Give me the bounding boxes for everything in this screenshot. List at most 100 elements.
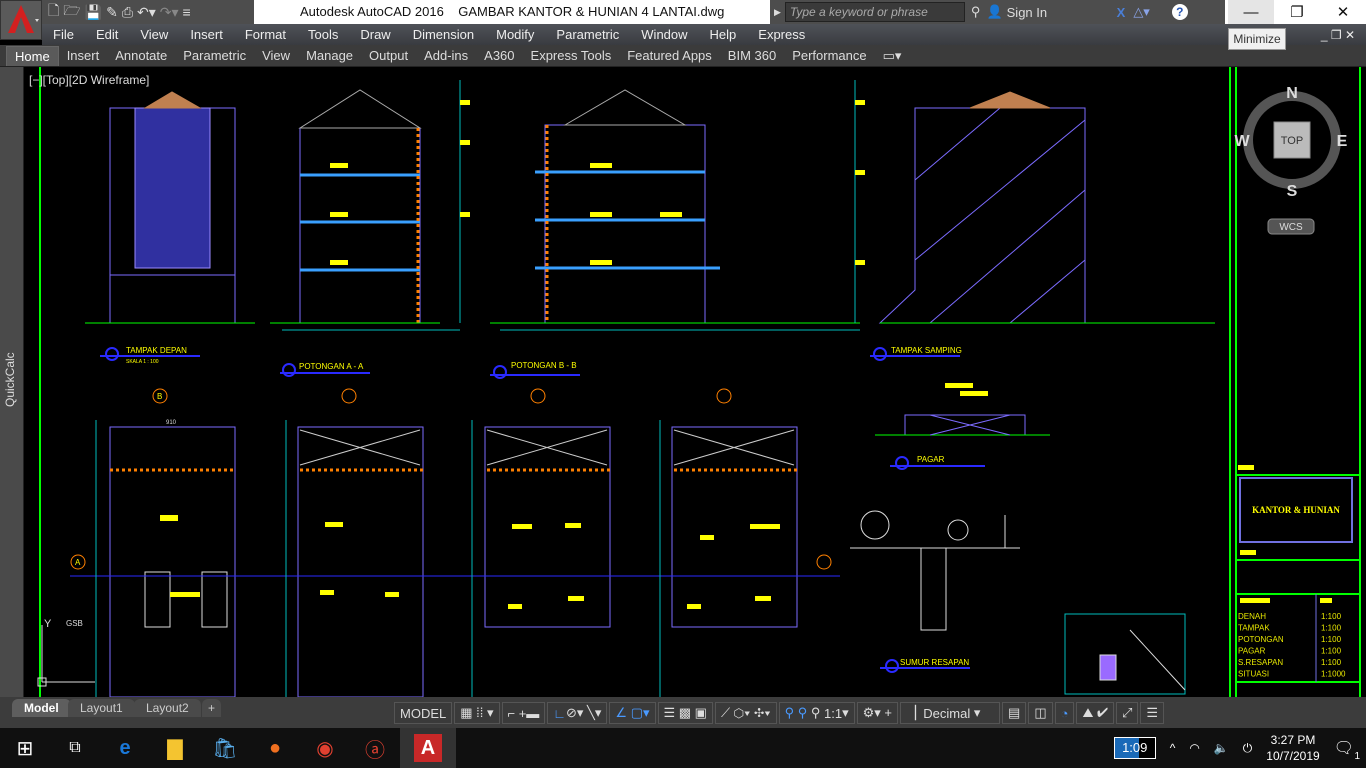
tab-bim-360[interactable]: BIM 360 [720, 48, 784, 63]
store-icon[interactable]: 🛍 [200, 728, 250, 768]
power-icon[interactable]: ⏻ [1243, 741, 1253, 756]
infer-constraints-icon[interactable]: ⌐ +▬ [501, 702, 546, 724]
label-dim-910: 910 [166, 420, 177, 426]
app-icon[interactable]: ⓐ [350, 728, 400, 768]
scale-row-name: POTONGAN [1238, 635, 1284, 644]
exchange-icon[interactable]: X [1117, 5, 1126, 20]
units-select[interactable]: ▕ Decimal ▾ [900, 702, 1001, 724]
tab-performance[interactable]: Performance [784, 48, 874, 63]
application-menu-button[interactable] [0, 0, 42, 40]
binoculars-icon[interactable]: ⚲ [971, 4, 981, 20]
notifications-icon[interactable]: 🗨 1 [1334, 738, 1360, 762]
tab-layout2[interactable]: Layout2 [134, 699, 201, 717]
tampak-depan-elevation [85, 91, 255, 324]
ortho-icon[interactable]: ∟ ⊘▾ ╲▾ [547, 702, 608, 724]
tab-insert[interactable]: Insert [59, 48, 108, 63]
minimize-button[interactable]: — [1228, 0, 1274, 24]
graphics-performance-icon[interactable]: ⛰ ✔ [1076, 702, 1114, 724]
model-space-button[interactable]: MODEL [394, 702, 453, 724]
save-icon[interactable]: 💾 [85, 4, 102, 21]
annotation-scale[interactable]: ⚲ ⚲ ⚲ 1:1 ▾ [778, 702, 855, 724]
tab-annotate[interactable]: Annotate [107, 48, 175, 63]
tab-output[interactable]: Output [361, 48, 416, 63]
firefox-icon[interactable]: ● [250, 728, 300, 768]
edge-icon[interactable]: e [100, 728, 150, 768]
add-layout-button[interactable]: + [202, 699, 222, 717]
object-snap-tracking-icon[interactable]: ∠ ▢▾ [609, 702, 656, 724]
menu-parametric[interactable]: Parametric [545, 27, 630, 42]
menu-modify[interactable]: Modify [485, 27, 545, 42]
hardware-acceleration-icon[interactable]: ◔ [1054, 702, 1075, 724]
help-icon[interactable]: ? [1171, 4, 1188, 20]
tab-express-tools[interactable]: Express Tools [523, 48, 620, 63]
tab-add-ins[interactable]: Add-ins [416, 48, 476, 63]
search-input[interactable]: Type a keyword or phrase [784, 2, 965, 22]
potongan-a-section [270, 89, 440, 324]
clean-screen-icon[interactable]: ⤢ [1116, 702, 1139, 724]
drawing-canvas[interactable]: TAMPAK DEPAN SKALA 1 : 100 POTONGAN A - … [24, 67, 1366, 697]
scale-row-name: DENAH [1238, 612, 1266, 621]
clock[interactable]: 3:27 PM 10/7/2019 [1266, 732, 1319, 764]
tab-featured-apps[interactable]: Featured Apps [619, 48, 720, 63]
lineweight-icon[interactable]: ☰ ▩ ▣ [657, 702, 713, 724]
compass-south[interactable]: S [1287, 183, 1298, 200]
close-button[interactable]: ✕ [1320, 0, 1366, 24]
expand-icon[interactable]: ▶ [774, 7, 781, 18]
menu-dimension[interactable]: Dimension [402, 27, 485, 42]
viewport-controls[interactable]: [−][Top][2D Wireframe] [29, 73, 149, 87]
quick-properties-icon[interactable]: ▤ [1002, 702, 1027, 724]
tab-manage[interactable]: Manage [298, 48, 361, 63]
undo-icon[interactable]: ↶▾ [137, 4, 156, 21]
battery-indicator[interactable]: 1:09 [1113, 737, 1156, 759]
menu-bar: File Edit View Insert Format Tools Draw … [42, 24, 1366, 45]
customization-menu-icon[interactable]: ☰ [1140, 702, 1165, 724]
autocad-taskbar-icon[interactable]: A [400, 728, 456, 768]
drawing-window-controls[interactable]: _ ❐ ✕ [1310, 28, 1366, 42]
print-icon[interactable]: ⎙ [122, 4, 133, 21]
menu-express[interactable]: Express [747, 27, 816, 42]
save-as-icon[interactable]: ✎ [106, 4, 118, 21]
menu-help[interactable]: Help [699, 27, 748, 42]
isolate-objects-icon[interactable]: ◫ [1028, 702, 1053, 724]
task-view-icon[interactable]: ⧉ [50, 728, 100, 768]
start-icon[interactable]: ⊞ [0, 728, 50, 768]
viewcube[interactable]: TOP N S E W WCS [1234, 85, 1348, 235]
menu-window[interactable]: Window [630, 27, 698, 42]
menu-edit[interactable]: Edit [85, 27, 129, 42]
file-explorer-icon[interactable]: ▇ [150, 728, 200, 768]
menu-view[interactable]: View [129, 27, 179, 42]
chrome-icon[interactable]: ◉ [300, 728, 350, 768]
redo-icon[interactable]: ↷▾ [160, 4, 179, 21]
quickcalc-palette[interactable]: QuickCalc [0, 67, 24, 697]
menu-file[interactable]: File [42, 27, 85, 42]
open-icon[interactable]: 🗁 [63, 0, 80, 24]
3d-osnap-icon[interactable]: ⟋ ⬡▾ ✣▾ [714, 702, 777, 724]
menu-insert[interactable]: Insert [179, 27, 234, 42]
sign-in-button[interactable]: Sign In [1007, 5, 1077, 20]
tab-layout1[interactable]: Layout1 [68, 699, 135, 717]
scale-row-name: S.RESAPAN [1238, 658, 1283, 667]
label-sumur-resapan: SUMUR RESAPAN [900, 658, 969, 667]
tab-parametric[interactable]: Parametric [175, 48, 254, 63]
workspace-icon[interactable]: ⚙▾ + [856, 702, 899, 724]
tab-model[interactable]: Model [12, 699, 71, 717]
customize-icon[interactable]: ≡ [183, 4, 191, 20]
scale-row-name: TAMPAK [1238, 624, 1270, 633]
new-icon[interactable]: 🗋 [48, 0, 59, 24]
ribbon-toggle-icon[interactable]: ▭▾ [875, 48, 910, 64]
show-hidden-icons[interactable]: ^ [1170, 741, 1176, 755]
a360-icon[interactable]: △▾ [1133, 4, 1150, 20]
compass-west[interactable]: W [1234, 133, 1250, 150]
menu-draw[interactable]: Draw [349, 27, 401, 42]
menu-format[interactable]: Format [234, 27, 297, 42]
tab-home[interactable]: Home [6, 45, 59, 66]
tab-a360[interactable]: A360 [476, 48, 522, 63]
compass-east[interactable]: E [1337, 133, 1348, 150]
tab-view[interactable]: View [254, 48, 298, 63]
volume-icon[interactable]: 🔈 [1214, 741, 1229, 755]
compass-north[interactable]: N [1286, 85, 1298, 102]
menu-tools[interactable]: Tools [297, 27, 349, 42]
grid-snap-icon[interactable]: ▦ ⁞⁞ ▾ [454, 702, 500, 724]
wifi-icon[interactable]: ◠ [1189, 741, 1199, 755]
restore-button[interactable]: ❐ [1274, 0, 1320, 24]
